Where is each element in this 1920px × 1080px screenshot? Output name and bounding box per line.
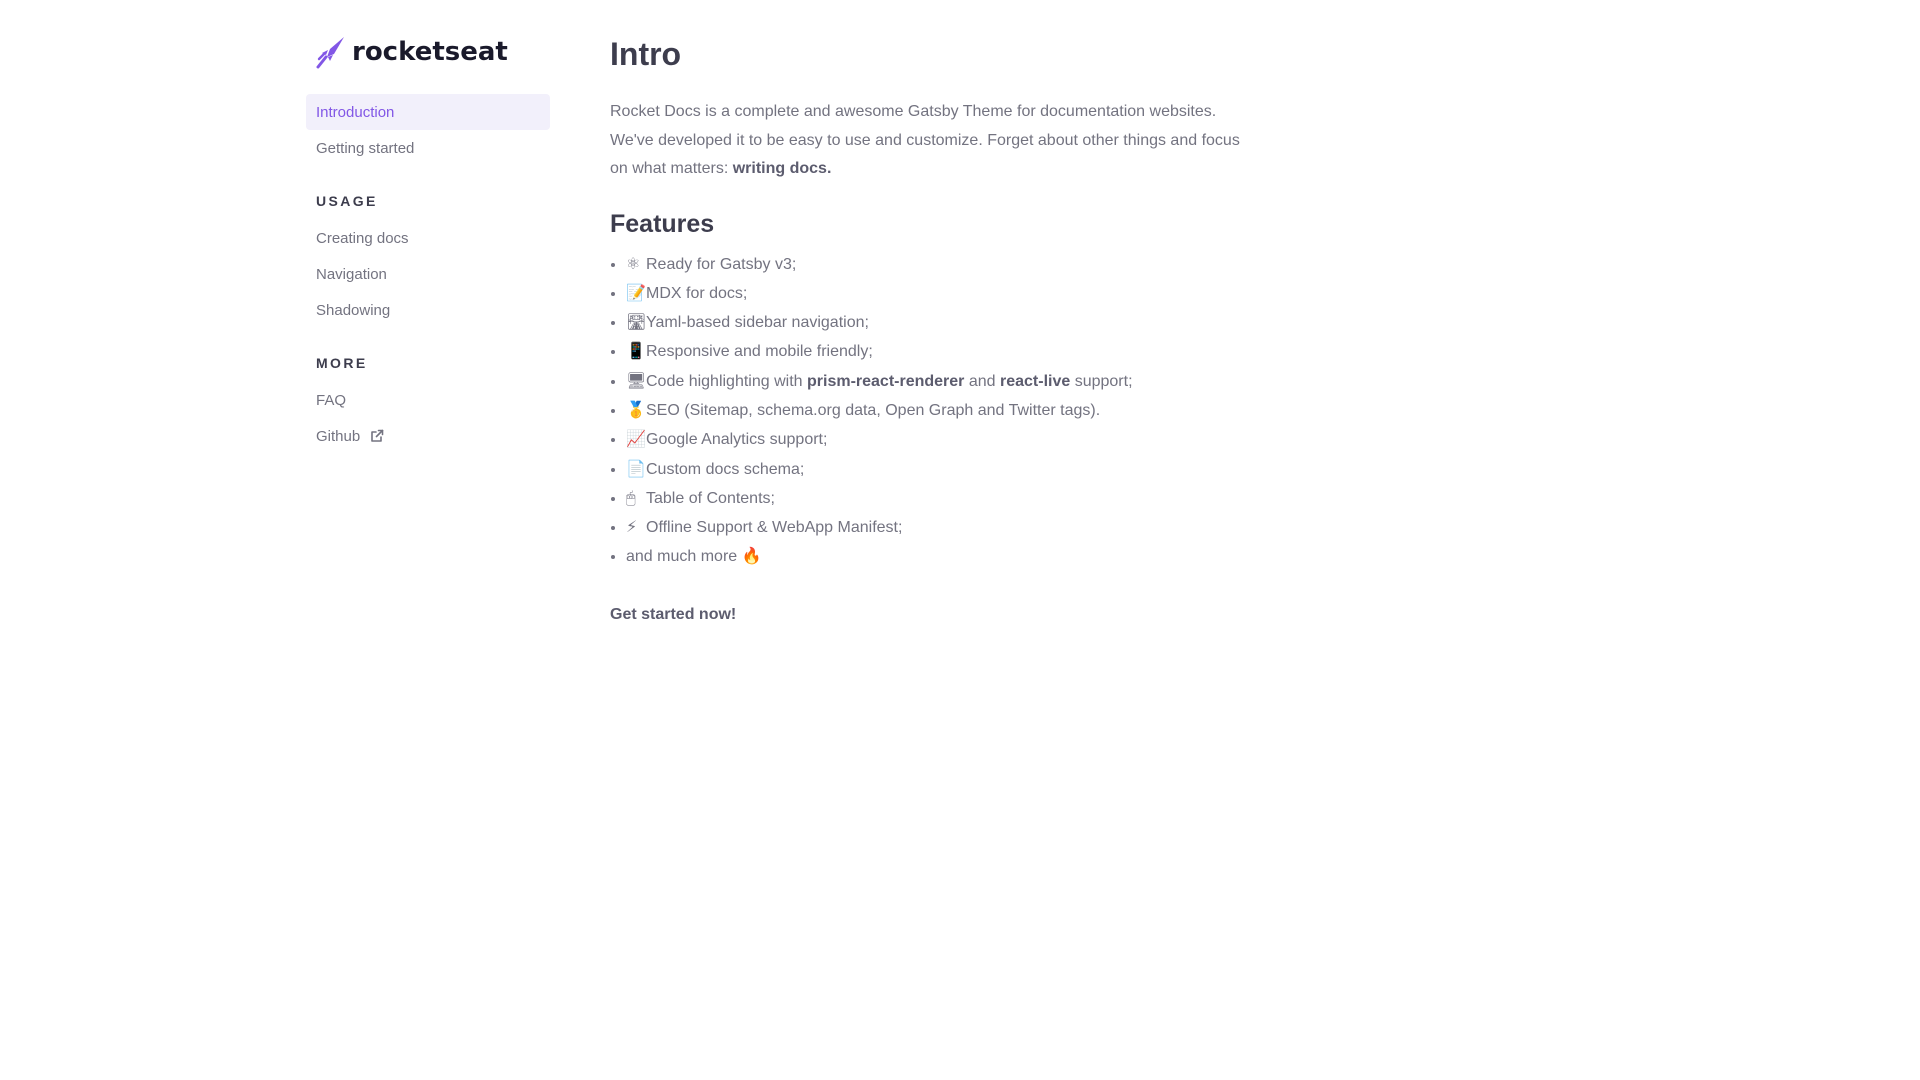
atom-icon: ⚛ [626,253,641,273]
list-item: 🖥Code highlighting with prism-react-rend… [626,367,1260,396]
main-content: Intro Rocket Docs is a complete and awes… [610,30,1260,624]
sidebar-item-label: Introduction [316,103,395,121]
sidebar-item-introduction[interactable]: Introduction [306,94,550,130]
feature-text: Code highlighting with [646,372,807,390]
fire-icon: 🔥 [741,546,762,566]
intro-text: Rocket Docs is a complete and awesome Ga… [610,103,1240,177]
sidebar-group-title-more: MORE [316,355,368,371]
logo[interactable]: rocketseat [316,30,550,74]
mouse-icon: 🖱 [626,487,636,507]
sidebar-item-label: Creating docs [316,229,409,247]
memo-icon: 📝 [626,282,646,302]
page-title: Intro [610,36,682,72]
features-heading: Features [610,209,715,238]
list-item: 🖱 Table of Contents; [626,484,1260,513]
feature-text: and much more [626,548,738,566]
intro-paragraph: Rocket Docs is a complete and awesome Ga… [610,98,1260,184]
sidebar-item-getting-started[interactable]: Getting started [306,130,550,166]
logo-text: rocketseat [352,37,508,67]
list-item: 📄Custom docs schema; [626,455,1260,484]
feature-text: Offline Support & WebApp Manifest; [646,519,903,537]
sidebar-item-faq[interactable]: FAQ [306,382,550,418]
sidebar-group-title-usage: USAGE [316,193,378,209]
sidebar-nav: Introduction Getting started USAGE Creat… [306,94,550,454]
sidebar-item-creating-docs[interactable]: Creating docs [306,220,550,256]
feature-text: Table of Contents; [646,489,775,507]
intro-bold-text: writing docs. [732,160,832,177]
page-icon: 📄 [626,458,646,478]
feature-text: Google Analytics support; [646,431,828,449]
feature-text: Ready for Gatsby v3; [646,255,797,273]
feature-text: Custom docs schema; [646,460,805,478]
sidebar-item-navigation[interactable]: Navigation [306,256,550,292]
feature-text: SEO (Sitemap, schema.org data, Open Grap… [646,401,1101,419]
motorway-icon: 🛣 [626,312,647,332]
list-item: 📈Google Analytics support; [626,425,1260,454]
sidebar-item-label: Github [316,427,361,445]
features-list: ⚛ Ready for Gatsby v3; 📝MDX for docs; 🛣Ya… [610,250,1260,572]
list-item: 📱Responsive and mobile friendly; [626,337,1260,366]
rocket-logo-icon [316,37,344,69]
desktop-computer-icon: 🖥 [626,370,647,390]
sidebar-item-shadowing[interactable]: Shadowing [306,292,550,328]
sidebar-item-label: Shadowing [316,301,391,319]
medal-icon: 🥇 [626,399,646,419]
mobile-phone-icon: 📱 [626,341,646,361]
list-item: 📝MDX for docs; [626,279,1260,308]
list-item: and much more 🔥 [626,542,1260,571]
list-item: 🛣Yaml-based sidebar navigation; [626,308,1260,337]
list-item: ⚛ Ready for Gatsby v3; [626,250,1260,279]
feature-text: and [964,372,1000,390]
external-link-icon [370,429,384,443]
feature-text: Responsive and mobile friendly; [646,343,873,361]
sidebar-item-label: FAQ [316,391,347,409]
get-started-link[interactable]: Get started now! [610,606,1260,624]
sidebar: rocketseat Introduction Getting started … [306,30,550,454]
chart-increasing-icon: 📈 [626,429,646,449]
sidebar-item-label: Getting started [316,139,415,157]
list-item: 🥇SEO (Sitemap, schema.org data, Open Gra… [626,396,1260,425]
feature-bold-text: prism-react-renderer [807,372,965,390]
feature-text: support; [1070,372,1133,390]
feature-text: Yaml-based sidebar navigation; [646,314,869,332]
feature-text: MDX for docs; [646,284,748,302]
lightning-icon: ⚡ [626,517,638,537]
list-item: ⚡ Offline Support & WebApp Manifest; [626,513,1260,542]
feature-bold-text: react-live [1000,372,1071,390]
sidebar-item-github[interactable]: Github [306,418,550,454]
sidebar-item-label: Navigation [316,265,387,283]
